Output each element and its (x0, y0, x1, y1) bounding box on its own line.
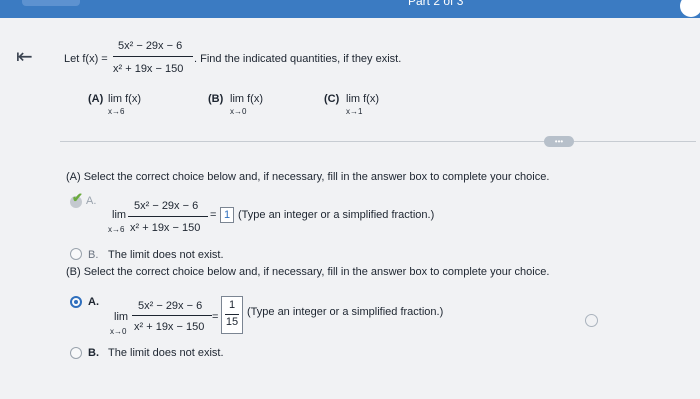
part-a-option-b-label: B. (88, 249, 99, 261)
part-a-answer-field[interactable]: 1 (220, 207, 235, 223)
cursor-circle (585, 314, 598, 327)
part-b-equals: = (212, 311, 219, 323)
item-b-label: (B) (208, 93, 224, 105)
part-indicator: Part 2 of 3 (408, 0, 464, 8)
item-a-lim: lim f(x) (108, 93, 141, 105)
part-a-equals: = (210, 209, 217, 221)
problem-denominator: x² + 19x − 150 (113, 63, 184, 75)
part-b-option-b-radio[interactable] (70, 347, 82, 359)
item-a-label: (A) (88, 93, 104, 105)
part-b-denominator: x² + 19x − 150 (134, 321, 205, 333)
part-b-option-b-label: B. (88, 347, 99, 359)
more-button[interactable]: ••• (544, 136, 574, 147)
top-tab[interactable] (22, 0, 80, 6)
part-a-numerator: 5x² − 29x − 6 (134, 200, 199, 212)
answer-denominator: 15 (225, 316, 239, 328)
problem-numerator: 5x² − 29x − 6 (118, 40, 183, 52)
top-bar: Part 2 of 3 (0, 0, 700, 18)
part-a-option-b-radio[interactable] (70, 248, 82, 260)
part-b-prompt: (B) Select the correct choice below and,… (66, 266, 550, 278)
section-divider (60, 141, 696, 142)
fraction-bar (132, 315, 212, 316)
part-a-denominator: x² + 19x − 150 (130, 222, 201, 234)
part-a-sub: x→6 (108, 225, 125, 234)
part-b-sub: x→0 (110, 327, 127, 336)
part-a-lim: lim (112, 209, 127, 221)
problem-let: Let f(x) = (64, 53, 108, 65)
part-a-option-b-text: The limit does not exist. (108, 249, 224, 261)
part-b-option-a-radio[interactable] (70, 296, 82, 308)
item-c-lim: lim f(x) (346, 93, 379, 105)
next-button[interactable] (680, 0, 700, 17)
part-b-numerator: 5x² − 29x − 6 (138, 300, 203, 312)
answer-fraction-bar (225, 314, 239, 315)
part-b-answer-field[interactable]: 1 15 (221, 296, 243, 334)
part-b-option-a-label: A. (88, 296, 99, 308)
fraction-bar (128, 216, 208, 217)
part-a-hint: (Type an integer or a simplified fractio… (238, 209, 435, 221)
item-c-label: (C) (324, 93, 340, 105)
part-b-hint: (Type an integer or a simplified fractio… (247, 306, 444, 318)
correct-check-icon: ✔ (72, 190, 83, 205)
part-b-lim: lim (114, 311, 129, 323)
item-c-sub: x→1 (346, 107, 363, 116)
part-a-option-a-label: A. (86, 195, 97, 207)
item-b-lim: lim f(x) (230, 93, 263, 105)
item-a-sub: x→6 (108, 107, 125, 116)
answer-numerator: 1 (228, 299, 236, 311)
back-to-start-icon[interactable]: ⇤ (16, 44, 33, 69)
part-b-option-b-text: The limit does not exist. (108, 347, 224, 359)
fraction-bar (113, 56, 193, 57)
item-b-sub: x→0 (230, 107, 247, 116)
problem-instruction: . Find the indicated quantities, if they… (194, 53, 402, 65)
part-a-prompt: (A) Select the correct choice below and,… (66, 171, 550, 183)
